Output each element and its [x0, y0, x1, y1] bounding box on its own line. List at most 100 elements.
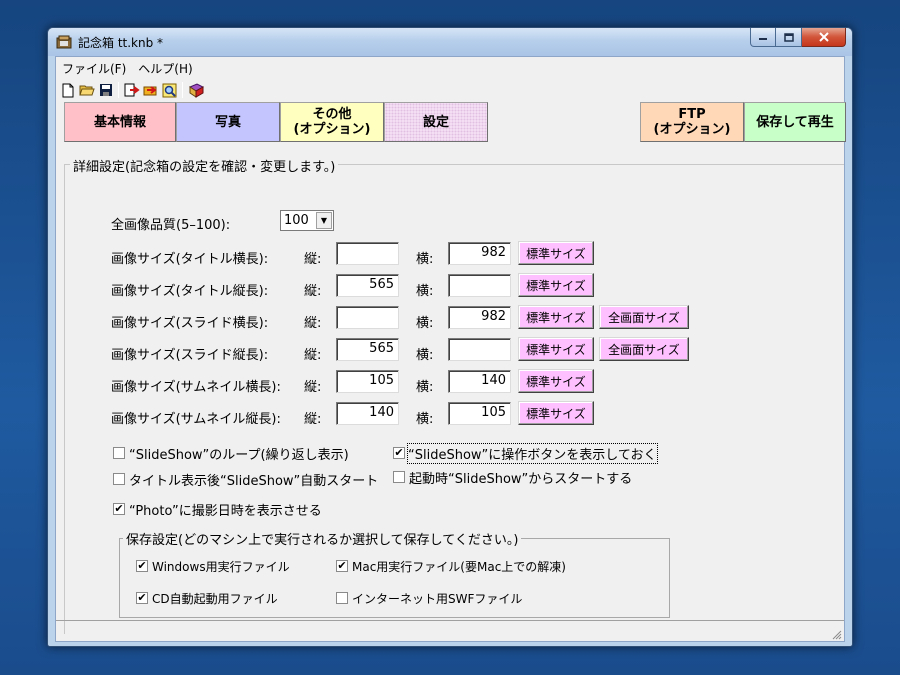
standard-size-button[interactable]: 標準サイズ — [518, 241, 594, 265]
standard-size-button[interactable]: 標準サイズ — [518, 273, 594, 297]
detail-settings-legend: 詳細設定(記念箱の設定を確認・変更します。) — [70, 156, 339, 175]
minimize-icon — [759, 38, 767, 40]
full-screen-size-button[interactable]: 全画面サイズ — [599, 337, 689, 361]
tab-other-options[interactable]: その他 (オプション) — [280, 102, 384, 142]
horizontal-input[interactable] — [448, 274, 511, 297]
internet-swf-label: インターネット用SWFファイル — [352, 592, 523, 606]
vertical-input[interactable]: 565 — [336, 338, 399, 361]
title-bar[interactable]: 記念箱 tt.knb * — [48, 28, 852, 56]
vertical-input[interactable] — [336, 306, 399, 329]
standard-size-button[interactable]: 標準サイズ — [518, 305, 594, 329]
horizontal-input[interactable]: 105 — [448, 402, 511, 425]
book-button[interactable] — [186, 81, 205, 99]
save-settings-legend: 保存設定(どのマシン上で実行されるか選択して保存してください。) — [123, 529, 522, 548]
preview-icon — [162, 83, 176, 97]
loop-checkbox[interactable] — [113, 447, 125, 459]
horizontal-label: 横: — [416, 348, 434, 363]
standard-size-button[interactable]: 標準サイズ — [518, 337, 594, 361]
new-file-button[interactable] — [58, 81, 77, 99]
main-window: 記念箱 tt.knb * ファイル(F) ヘルプ(H) 基本情報 写真 その他 … — [47, 27, 853, 647]
menu-help[interactable]: ヘルプ(H) — [132, 57, 198, 77]
quality-label: 全画像品質(5–100): — [111, 218, 231, 233]
horizontal-label: 横: — [416, 252, 434, 267]
close-button[interactable] — [802, 28, 846, 47]
app-icon — [56, 35, 72, 49]
horizontal-input[interactable]: 140 — [448, 370, 511, 393]
maximize-button[interactable] — [776, 28, 802, 47]
tab-ftp-sublabel: (オプション) — [653, 122, 731, 137]
size-row-label: 画像サイズ(サムネイル横長): — [111, 380, 281, 395]
vertical-input[interactable]: 140 — [336, 402, 399, 425]
tab-settings[interactable]: 設定 — [384, 102, 488, 142]
menu-bar: ファイル(F) ヘルプ(H) — [56, 57, 844, 77]
horizontal-input[interactable]: 982 — [448, 242, 511, 265]
client-area: ファイル(F) ヘルプ(H) 基本情報 写真 その他 (オプション) 設定 FT… — [55, 56, 846, 642]
open-folder-button[interactable] — [77, 81, 96, 99]
tab-other-label: その他 — [312, 107, 352, 122]
vertical-input[interactable]: 105 — [336, 370, 399, 393]
open-folder-icon — [78, 85, 95, 96]
horizontal-label: 横: — [416, 284, 434, 299]
menu-file[interactable]: ファイル(F) — [56, 57, 132, 77]
standard-size-button[interactable]: 標準サイズ — [518, 401, 594, 425]
open-icon — [143, 86, 157, 96]
new-file-icon — [62, 83, 73, 97]
vertical-input[interactable] — [336, 242, 399, 265]
standard-size-button[interactable]: 標準サイズ — [518, 369, 594, 393]
open-button[interactable] — [141, 81, 160, 99]
export-icon — [124, 83, 140, 97]
tab-ftp-label: FTP — [678, 107, 706, 122]
autostart-checkbox[interactable] — [113, 473, 125, 485]
size-row-label: 画像サイズ(タイトル横長): — [111, 252, 269, 267]
full-screen-size-button[interactable]: 全画面サイズ — [599, 305, 689, 329]
vertical-label: 縦: — [304, 380, 322, 395]
show-date-label: “Photo”に撮影日時を表示させる — [129, 504, 322, 519]
tab-photo[interactable]: 写真 — [176, 102, 280, 142]
export-button[interactable] — [122, 81, 141, 99]
vertical-label: 縦: — [304, 284, 322, 299]
vertical-label: 縦: — [304, 348, 322, 363]
autostart-label: タイトル表示後“SlideShow”自動スタート — [129, 474, 379, 489]
vertical-label: 縦: — [304, 412, 322, 427]
toolbar-separator — [182, 82, 183, 98]
size-row-label: 画像サイズ(スライド横長): — [111, 316, 269, 331]
tab-ftp-options[interactable]: FTP (オプション) — [640, 102, 744, 142]
quality-value: 100 — [284, 213, 309, 228]
vertical-label: 縦: — [304, 252, 322, 267]
show-date-checkbox[interactable]: ✔ — [113, 503, 125, 515]
tab-basic-info-label: 基本情報 — [93, 114, 146, 130]
tab-basic-info[interactable]: 基本情報 — [64, 102, 176, 142]
save-and-play-button[interactable]: 保存して再生 — [744, 102, 846, 142]
book-icon — [188, 82, 204, 98]
toolbar — [58, 79, 205, 101]
show-buttons-checkbox[interactable]: ✔ — [393, 447, 405, 459]
horizontal-label: 横: — [416, 412, 434, 427]
internet-swf-checkbox[interactable] — [336, 592, 348, 604]
dropdown-arrow-icon[interactable]: ▼ — [316, 212, 332, 229]
horizontal-input[interactable]: 982 — [448, 306, 511, 329]
horizontal-input[interactable] — [448, 338, 511, 361]
minimize-button[interactable] — [750, 28, 776, 47]
cd-autorun-label: CD自動起動用ファイル — [152, 592, 278, 606]
resize-grip-icon[interactable] — [830, 628, 842, 640]
window-title: 記念箱 tt.knb * — [78, 36, 164, 50]
preview-button[interactable] — [160, 81, 179, 99]
size-row-label: 画像サイズ(タイトル縦長): — [111, 284, 269, 299]
quality-select[interactable]: 100 ▼ — [280, 210, 334, 231]
tab-photo-label: 写真 — [214, 114, 241, 130]
horizontal-label: 横: — [416, 380, 434, 395]
cd-autorun-checkbox[interactable]: ✔ — [136, 592, 148, 604]
windows-exe-checkbox[interactable]: ✔ — [136, 560, 148, 572]
show-buttons-label: “SlideShow”に操作ボタンを表示しておく — [407, 443, 658, 464]
start-at-launch-label: 起動時“SlideShow”からスタートする — [409, 472, 633, 487]
save-button[interactable] — [96, 81, 115, 99]
status-bar — [56, 620, 844, 642]
size-row-label: 画像サイズ(サムネイル縦長): — [111, 412, 281, 427]
size-row-label: 画像サイズ(スライド縦長): — [111, 348, 269, 363]
start-at-launch-checkbox[interactable] — [393, 471, 405, 483]
mac-exe-checkbox[interactable]: ✔ — [336, 560, 348, 572]
vertical-input[interactable]: 565 — [336, 274, 399, 297]
loop-label: “SlideShow”のループ(繰り返し表示) — [129, 448, 349, 463]
mac-exe-label: Mac用実行ファイル(要Mac上での解凍) — [352, 560, 566, 574]
toolbar-separator — [118, 82, 119, 98]
